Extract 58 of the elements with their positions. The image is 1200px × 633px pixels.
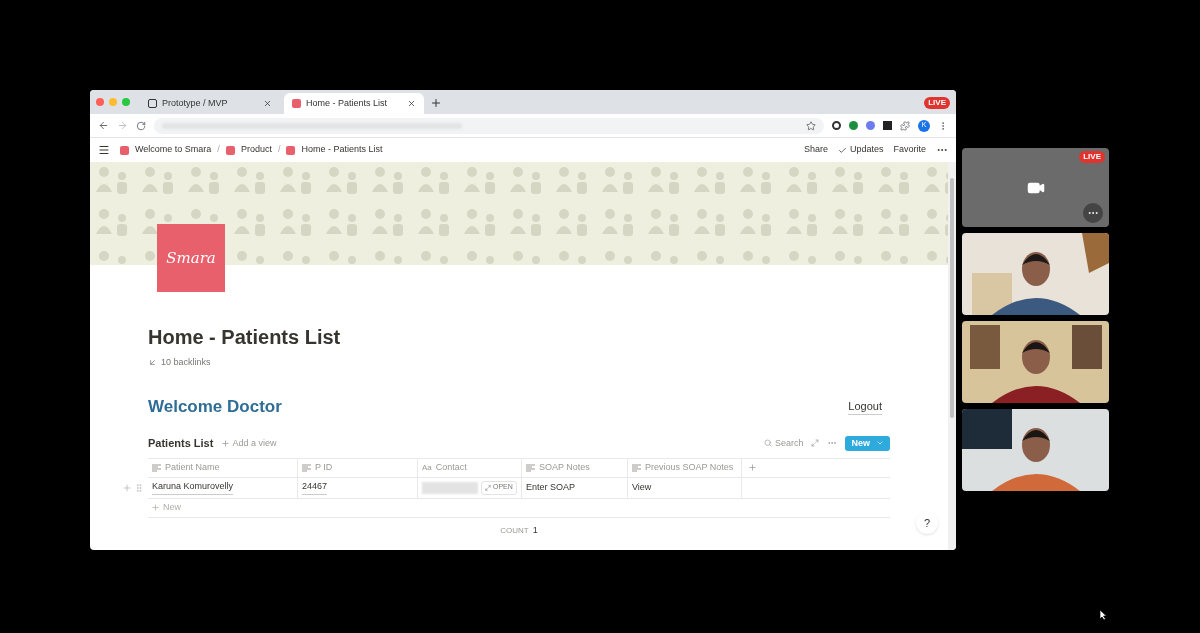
topbar-button[interactable]: Favorite: [893, 143, 926, 157]
scrollbar[interactable]: [948, 162, 956, 550]
table-cell[interactable]: View: [628, 477, 742, 498]
blurred-contact: [422, 481, 478, 494]
breadcrumb-link[interactable]: Home - Patients List: [301, 143, 383, 157]
count-value: 1: [532, 523, 538, 537]
page-icon: [225, 145, 235, 155]
extensions-icon[interactable]: [900, 120, 910, 131]
expand-icon: [485, 484, 491, 491]
page-favicon-icon: [148, 99, 157, 108]
back-icon[interactable]: [98, 120, 109, 131]
new-tab-icon[interactable]: [430, 97, 442, 109]
welcome-heading: Welcome Doctor: [148, 395, 282, 418]
drag-handle-icon[interactable]: [134, 482, 144, 493]
reload-icon[interactable]: [136, 120, 146, 131]
page-icon: [286, 145, 296, 155]
help-button[interactable]: ?: [916, 512, 938, 534]
backlinks-link[interactable]: 10 backlinks: [161, 356, 211, 370]
table-cell[interactable]: Enter SOAP: [522, 477, 628, 498]
forward-icon[interactable]: [117, 120, 128, 131]
database-title: Patients List: [148, 436, 214, 451]
plus-icon: [151, 503, 160, 512]
breadcrumb-separator: /: [217, 143, 220, 157]
breadcrumb-link[interactable]: Product: [240, 143, 272, 157]
live-badge: LIVE: [1079, 151, 1105, 163]
maximize-window-icon[interactable]: [122, 98, 130, 106]
more-button[interactable]: [1083, 203, 1103, 223]
page-favicon-icon: [292, 99, 301, 108]
menu-icon[interactable]: [98, 144, 110, 156]
breadcrumb-separator: /: [277, 143, 281, 157]
page-logo: Smara: [157, 224, 225, 292]
close-icon[interactable]: [407, 99, 416, 108]
logout-link[interactable]: Logout: [848, 397, 882, 415]
page-icon: [120, 145, 129, 155]
browser-tab[interactable]: Home - Patients List: [284, 93, 424, 114]
topbar-button[interactable]: Share: [803, 143, 828, 157]
topbar-button[interactable]: Updates: [837, 143, 884, 157]
breadcrumb-link[interactable]: Welcome to Smara: [135, 143, 212, 157]
close-icon[interactable]: [263, 99, 272, 108]
text-property-icon: [152, 463, 161, 472]
page-title: Home - Patients List: [148, 325, 342, 350]
mouse-pointer-icon: [1099, 609, 1108, 621]
text-property-icon: [632, 463, 641, 472]
table-cell[interactable]: 24467: [298, 477, 418, 498]
live-badge: LIVE: [924, 97, 950, 109]
close-window-icon[interactable]: [96, 98, 104, 106]
count-label: COUNT: [500, 524, 529, 537]
check-icon: [837, 145, 847, 155]
plus-icon: [221, 438, 231, 448]
text-property-icon: [526, 463, 535, 472]
title-property-icon: Aa: [422, 461, 432, 474]
expand-icon[interactable]: [811, 439, 820, 448]
backlinks-arrow-icon: [148, 358, 157, 368]
table-cell[interactable]: Karuna Komurovelly: [148, 477, 298, 498]
search-icon: [763, 439, 772, 448]
text-property-icon: [302, 463, 311, 472]
bookmark-star-icon[interactable]: [806, 120, 816, 131]
add-column-icon[interactable]: [748, 463, 757, 472]
